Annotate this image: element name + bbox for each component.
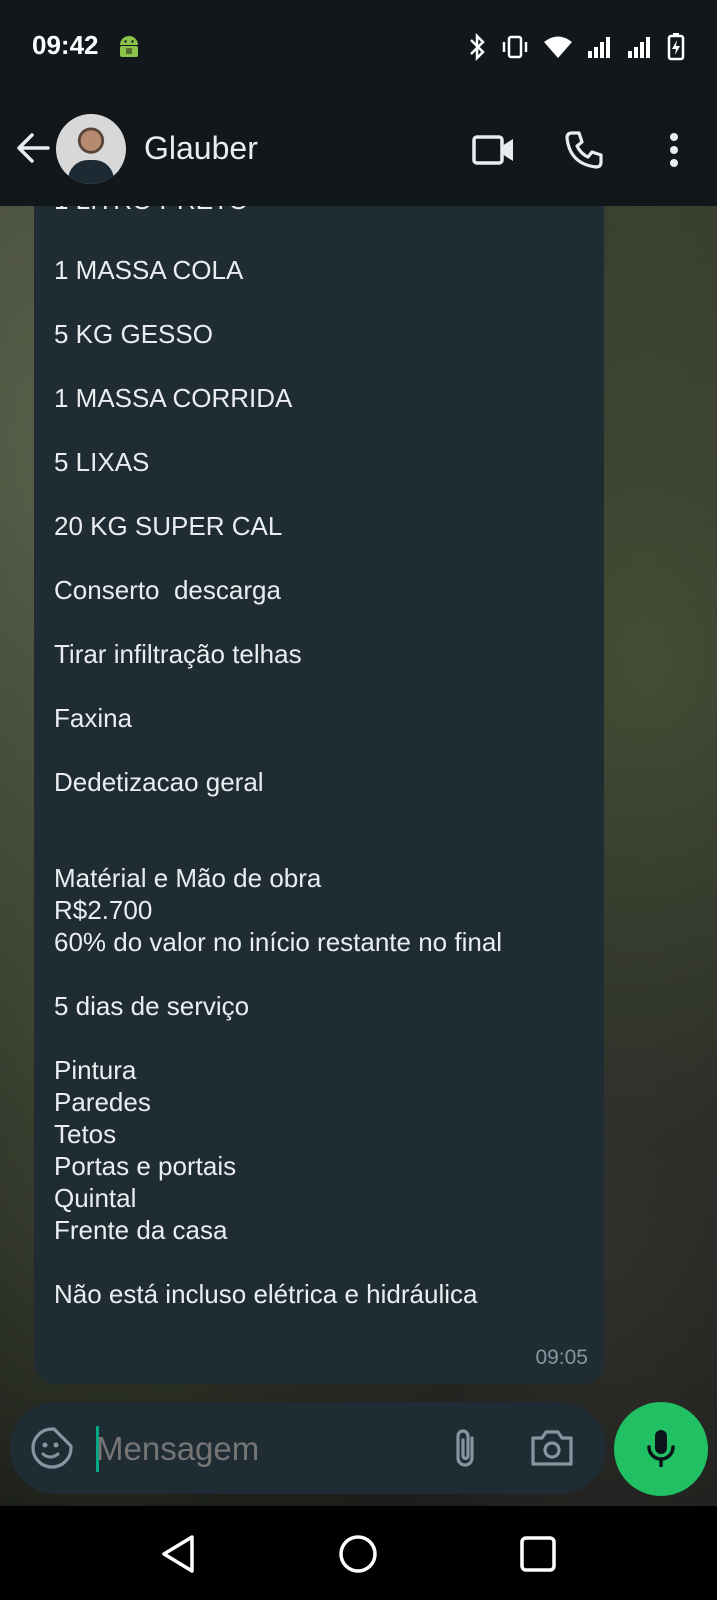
message-bubble[interactable]: 1 LITRO PRETO 1 MASSA COLA 5 KG GESSO 1 … [34, 185, 604, 1384]
more-vert-icon[interactable] [650, 126, 698, 174]
mic-button[interactable] [614, 1402, 708, 1496]
contact-name[interactable]: Glauber [144, 130, 258, 167]
header-layer: Glauber [0, 96, 717, 206]
camera-icon[interactable] [528, 1426, 576, 1470]
recents-square-icon[interactable] [512, 1528, 564, 1580]
wifi-icon [544, 36, 572, 58]
battery-charging-icon [667, 33, 685, 61]
message-text: 1 MASSA COLA 5 KG GESSO 1 MASSA CORRIDA … [54, 255, 503, 1309]
back-triangle-icon[interactable] [152, 1528, 204, 1580]
bluetooth-icon [470, 33, 485, 61]
status-bar: 09:42 [0, 0, 717, 96]
status-time: 09:42 [32, 30, 99, 60]
compose-bar [10, 1402, 606, 1494]
system-nav-bar [0, 1506, 717, 1600]
signal-icon [588, 37, 610, 58]
attach-icon[interactable] [444, 1426, 488, 1470]
back-arrow-icon[interactable] [12, 126, 56, 170]
mic-icon [647, 1430, 675, 1467]
video-call-icon[interactable] [470, 126, 518, 174]
sticker-icon[interactable] [30, 1426, 74, 1470]
signal-icon [628, 37, 650, 58]
home-circle-icon[interactable] [332, 1528, 384, 1580]
android-icon [120, 36, 138, 57]
message-time: 09:05 [535, 1346, 588, 1369]
phone-icon[interactable] [560, 126, 608, 174]
avatar[interactable] [56, 114, 126, 184]
vibrate-icon [502, 35, 528, 59]
status-icons [467, 32, 685, 62]
message-input[interactable] [96, 1426, 416, 1472]
